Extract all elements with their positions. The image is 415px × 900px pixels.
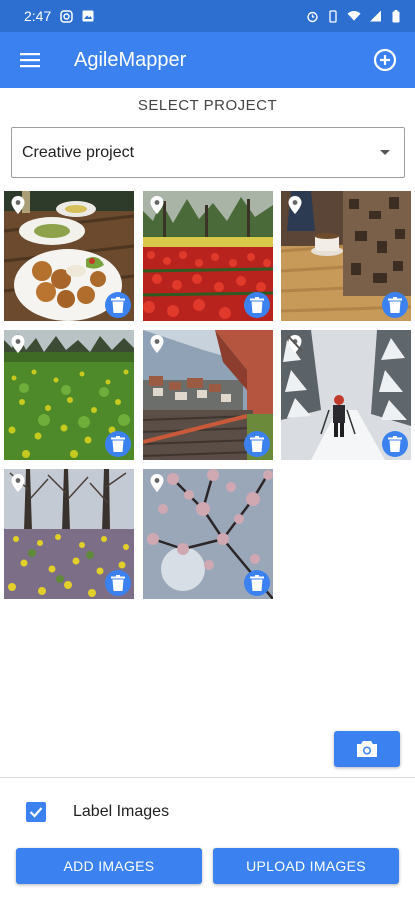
trash-icon [111,297,125,313]
battery-icon [389,9,403,23]
location-pin-icon [150,196,164,214]
photo-tile[interactable] [143,330,273,460]
add-images-button[interactable]: ADD IMAGES [16,848,202,884]
checkmark-icon [29,807,43,818]
delete-photo-button[interactable] [105,570,131,596]
location-pin-icon [11,474,25,492]
trash-icon [111,436,125,452]
add-circle-icon [373,48,397,72]
photo-tile[interactable] [4,330,134,460]
menu-button[interactable] [12,42,48,78]
delete-photo-button[interactable] [244,292,270,318]
select-project-label: SELECT PROJECT [137,97,278,114]
add-project-button[interactable] [367,42,403,78]
location-pin-icon [11,196,25,214]
app-bar: AgileMapper [0,32,415,88]
status-time: 2:47 [24,8,52,24]
trash-icon [250,436,264,452]
label-images-checkbox[interactable] [26,802,46,822]
delete-photo-button[interactable] [382,431,408,457]
cell-signal-icon [368,9,382,23]
location-off-icon [287,335,303,353]
project-dropdown[interactable]: Creative project [11,127,405,178]
project-dropdown-value: Creative project [22,143,135,161]
delete-photo-button[interactable] [382,292,408,318]
label-images-row: Label Images [26,802,169,822]
trash-icon [111,575,125,591]
delete-photo-button[interactable] [105,431,131,457]
photo-tile[interactable] [4,469,134,599]
gallery-icon [81,9,95,23]
dropdown-caret-icon [380,150,390,155]
photo-tile[interactable] [281,330,411,460]
status-bar: 2:47 [0,0,415,32]
photo-tile[interactable] [4,191,134,321]
delete-photo-button[interactable] [105,292,131,318]
delete-photo-button[interactable] [244,431,270,457]
divider [0,777,415,778]
location-pin-icon [150,335,164,353]
wifi-icon [347,9,361,23]
photo-tile[interactable] [281,191,411,321]
hamburger-menu-icon [20,53,40,68]
photo-tile[interactable] [143,469,273,599]
label-images-label: Label Images [73,803,170,820]
trash-icon [250,297,264,313]
alarm-icon [305,9,319,23]
location-pin-icon [150,474,164,492]
photo-tile[interactable] [143,191,273,321]
trash-icon [388,436,402,452]
location-pin-icon [11,335,25,353]
upload-images-button[interactable]: UPLOAD IMAGES [213,848,399,884]
app-title: AgileMapper [74,48,187,71]
instagram-icon [59,9,73,23]
location-pin-icon [288,196,302,214]
camera-button[interactable] [334,731,400,767]
camera-icon [357,741,377,757]
trash-icon [250,575,264,591]
vibrate-icon [326,9,340,23]
trash-icon [388,297,402,313]
delete-photo-button[interactable] [244,570,270,596]
